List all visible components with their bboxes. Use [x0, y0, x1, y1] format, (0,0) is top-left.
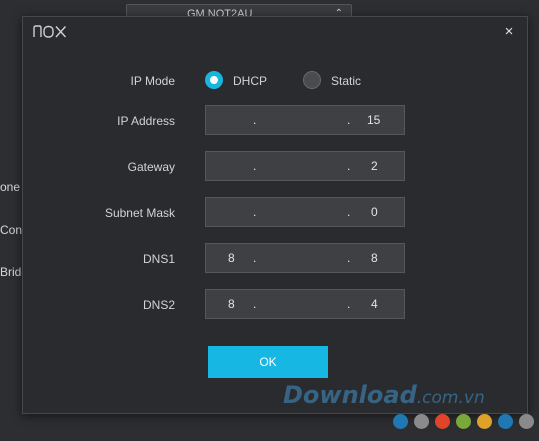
dot-separator: .: [347, 113, 351, 127]
nox-logo: [33, 25, 67, 44]
ip-address-field[interactable]: . . 15: [205, 105, 405, 135]
watermark-suffix: .com.vn: [416, 388, 485, 408]
subnet-mask-field[interactable]: . . 0: [205, 197, 405, 227]
dns1-field[interactable]: 8 . . 8: [205, 243, 405, 273]
ip-address-label: IP Address: [117, 114, 175, 128]
watermark-dot: [498, 414, 513, 429]
close-icon: ×: [504, 23, 514, 40]
ip-address-octet-4: 15: [367, 113, 381, 127]
dot-separator: .: [253, 251, 257, 265]
dns2-octet-1: 8: [228, 297, 235, 311]
dot-separator: .: [347, 205, 351, 219]
gateway-label: Gateway: [127, 160, 175, 174]
static-radio[interactable]: [303, 71, 321, 89]
dns2-field[interactable]: 8 . . 4: [205, 289, 405, 319]
ip-mode-label: IP Mode: [130, 74, 175, 88]
subnet-mask-octet-4: 0: [371, 205, 378, 219]
watermark-dot: [456, 414, 471, 429]
subnet-mask-label: Subnet Mask: [104, 206, 175, 220]
dns1-label: DNS1: [142, 252, 175, 266]
dialog-titlebar: ×: [23, 17, 527, 47]
dot-separator: .: [253, 113, 257, 127]
watermark-dot: [435, 414, 450, 429]
static-radio-label[interactable]: Static: [331, 74, 361, 88]
dns2-label: DNS2: [142, 298, 175, 312]
gateway-field[interactable]: . . 2: [205, 151, 405, 181]
dot-separator: .: [253, 159, 257, 173]
gateway-octet-4: 2: [371, 159, 378, 173]
watermark-dot: [414, 414, 429, 429]
close-button[interactable]: ×: [501, 23, 517, 41]
watermark-dot: [477, 414, 492, 429]
dot-separator: .: [253, 297, 257, 311]
watermark-dot: [393, 414, 408, 429]
dot-separator: .: [347, 297, 351, 311]
dns1-octet-4: 8: [371, 251, 378, 265]
dot-separator: .: [253, 205, 257, 219]
dot-separator: .: [347, 251, 351, 265]
network-settings-dialog: × IP Mode DHCP Static IP Address . . 15 …: [22, 16, 528, 414]
dhcp-radio[interactable]: [205, 71, 223, 89]
dhcp-radio-label[interactable]: DHCP: [233, 74, 267, 88]
watermark-dot: [519, 414, 534, 429]
dns2-octet-4: 4: [371, 297, 378, 311]
watermark-logo: Download.com.vn: [283, 381, 485, 409]
watermark-brand: Download: [283, 381, 417, 409]
dns1-octet-1: 8: [228, 251, 235, 265]
ok-button[interactable]: OK: [208, 346, 328, 378]
bg-label-1: one: [0, 180, 21, 194]
dot-separator: .: [347, 159, 351, 173]
